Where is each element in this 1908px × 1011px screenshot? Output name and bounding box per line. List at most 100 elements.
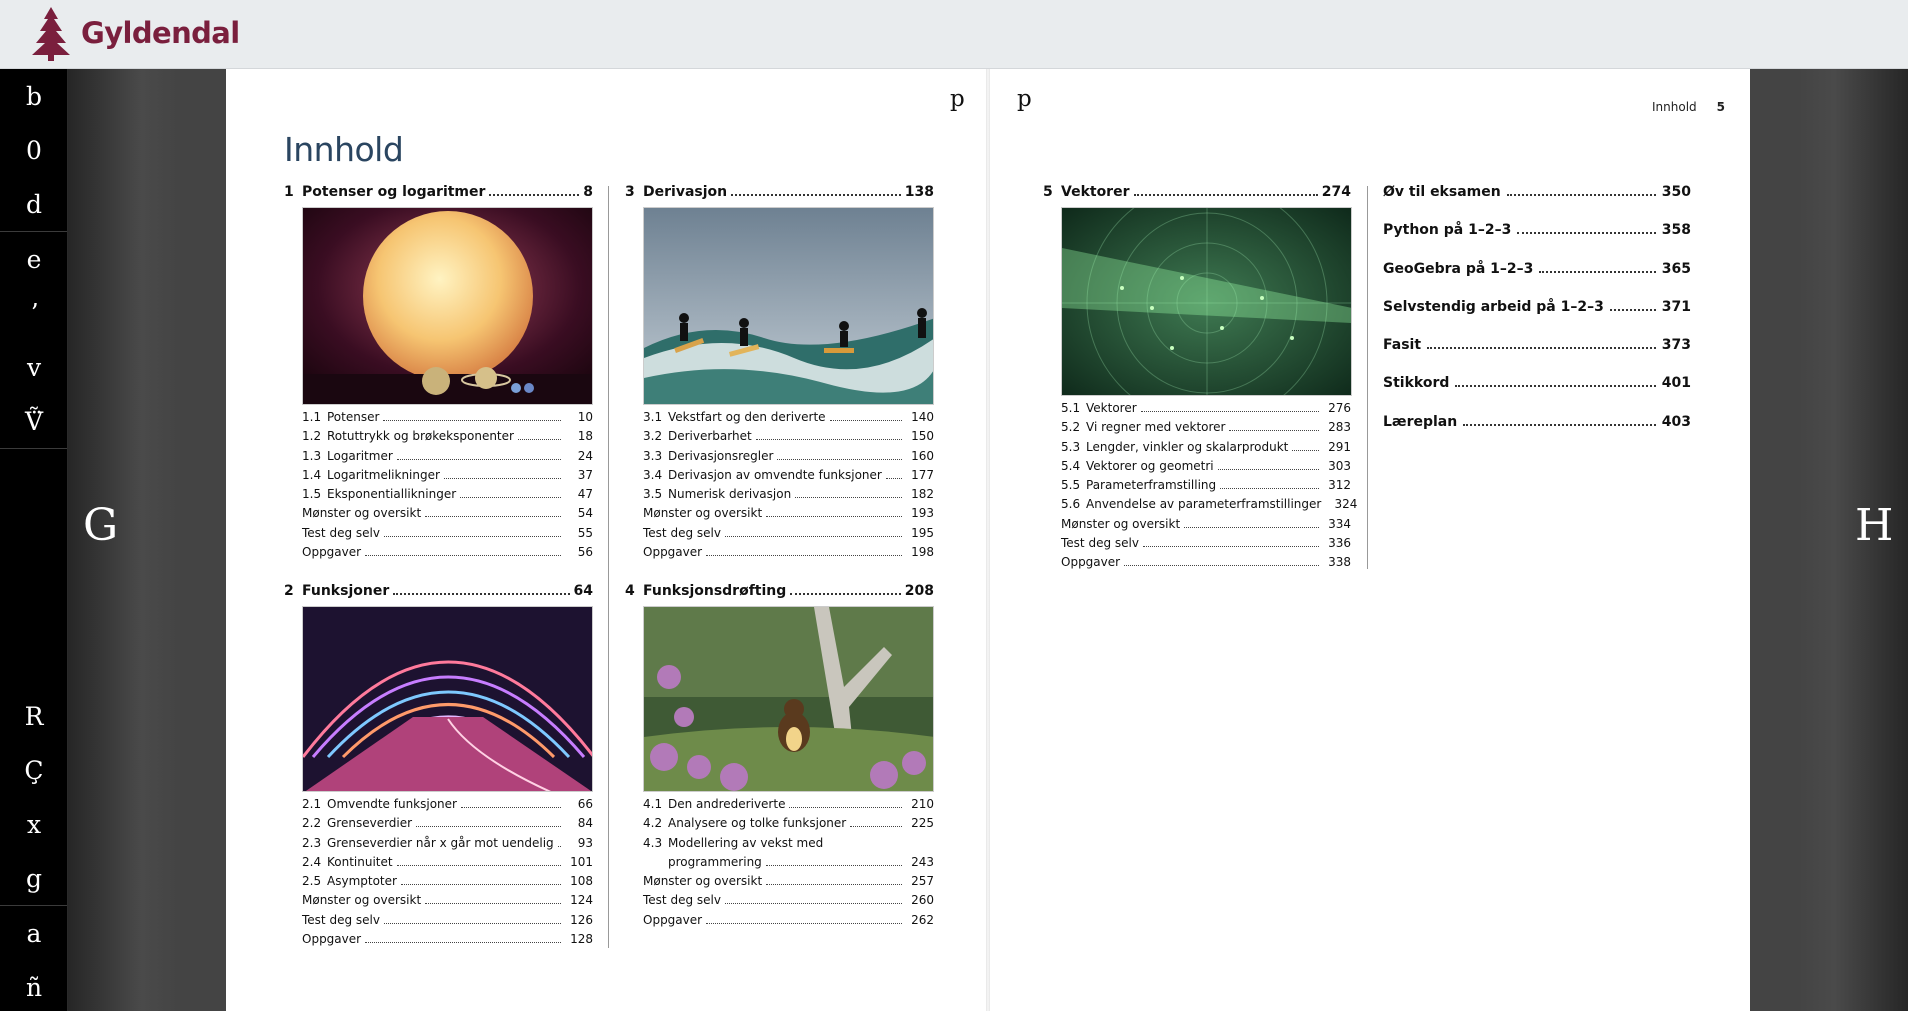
next-page-button[interactable]: H	[1855, 500, 1893, 551]
toolbar-button-b[interactable]: b	[0, 69, 68, 123]
chapter-sections: 5.1 Vektorer 276 5.2 Vi regner med vektorer…	[1061, 401, 1357, 575]
tool-sidebar: b 0 d e ʼ v Ṽ̈ R Ç x g a ñ	[0, 69, 68, 1011]
chapter-image-light-bridge	[302, 606, 593, 792]
toc-entry[interactable]: 2.4 Kontinuitet 101	[302, 855, 593, 874]
page-title: Innhold	[284, 130, 404, 169]
toolbar-group-bottom: a ñ	[0, 906, 67, 1011]
toc-entry[interactable]: Test deg selv 195	[643, 526, 934, 545]
toc-entry[interactable]: 5.2 Vi regner med vektorer 283	[1061, 420, 1351, 439]
chapter-block-4: 4 Funksjonsdrøfting 208 4.1 Den andrederiv…	[625, 583, 934, 932]
chapter-sections: 3.1 Vekstfart og den deriverte 140 3.2 Deri…	[643, 410, 934, 564]
toc-entry[interactable]: 3.1 Vekstfart og den deriverte 140	[643, 410, 934, 429]
chapter-heading[interactable]: 2 Funksjoner 64	[284, 583, 593, 601]
chapter-block-2: 2 Funksjoner 64 2.1 Omvendte funksjoner 66 …	[284, 583, 593, 951]
toc-entry[interactable]: Oppgaver 262	[643, 913, 934, 932]
toc-entry[interactable]: 1.1 Potenser 10	[302, 410, 593, 429]
chapter-image-kitesurfers	[643, 207, 934, 405]
column-divider	[608, 186, 609, 948]
toc-extra-entry[interactable]: Fasit 373	[1383, 337, 1691, 375]
running-head: Innhold 5	[1652, 100, 1725, 114]
toc-entry[interactable]: 4.1 Den andrederiverte 210	[643, 797, 934, 816]
toc-entry[interactable]: Mønster og oversikt 124	[302, 893, 593, 912]
toc-entry[interactable]: Oppgaver 338	[1061, 555, 1351, 574]
toc-entry[interactable]: 1.4 Logaritmelikninger 37	[302, 468, 593, 487]
toc-entry[interactable]: 4.3 Modellering av vekst med programmeri…	[643, 836, 934, 875]
column-divider	[1367, 186, 1368, 569]
toc-entry[interactable]: 3.5 Numerisk derivasjon 182	[643, 487, 934, 506]
toc-entry[interactable]: 5.5 Parameterframstilling 312	[1061, 478, 1351, 497]
toc-entry[interactable]: 5.6 Anvendelse av parameterframstillinger…	[1061, 497, 1357, 516]
toolbar-button-c-cedilla[interactable]: Ç	[0, 743, 68, 797]
toolbar-button-r[interactable]: R	[0, 689, 68, 743]
toc-entry[interactable]: Oppgaver 56	[302, 545, 593, 564]
toolbar-button-e[interactable]: e	[0, 232, 68, 286]
toc-entry[interactable]: 5.4 Vektorer og geometri 303	[1061, 459, 1351, 478]
toc-entry[interactable]: Mønster og oversikt 54	[302, 506, 593, 525]
logo-text: Gyldendal	[81, 16, 240, 50]
page-number: 5	[1716, 100, 1726, 114]
chapter-heading[interactable]: 1 Potenser og logaritmer 8	[284, 184, 593, 202]
appendix-list: Øv til eksamen 350 Python på 1–2–3 358 Geo…	[1383, 184, 1691, 452]
toolbar-group-top: b 0 d	[0, 69, 67, 232]
chapter-heading[interactable]: 4 Funksjonsdrøfting 208	[625, 583, 934, 601]
toc-entry[interactable]: Test deg selv 336	[1061, 536, 1351, 555]
chapter-image-marten	[643, 606, 934, 792]
page-gutter	[986, 69, 990, 1011]
page-corner-right[interactable]: p	[1017, 86, 1032, 112]
toc-entry[interactable]: 5.1 Vektorer 276	[1061, 401, 1351, 420]
toolbar-button-v-accent[interactable]: Ṽ̈	[0, 394, 68, 448]
toc-entry[interactable]: Oppgaver 198	[643, 545, 934, 564]
toc-extra-entry[interactable]: Python på 1–2–3 358	[1383, 222, 1691, 260]
toc-entry[interactable]: Oppgaver 128	[302, 932, 593, 951]
chapter-block-1: 1 Potenser og logaritmer 8 1.1 Potenser 10 …	[284, 184, 593, 564]
toc-entry[interactable]: 3.2 Deriverbarhet 150	[643, 429, 934, 448]
toolbar-button-x[interactable]: x	[0, 797, 68, 851]
chapter-heading[interactable]: 3 Derivasjon 138	[625, 184, 934, 202]
toc-entry[interactable]: 4.2 Analysere og tolke funksjoner 225	[643, 816, 934, 835]
chapter-sections: 2.1 Omvendte funksjoner 66 2.2 Grenseverdie…	[302, 797, 593, 951]
chapter-image-radar	[1061, 207, 1352, 396]
toc-entry[interactable]: 3.3 Derivasjonsregler 160	[643, 449, 934, 468]
toc-entry[interactable]: 1.2 Rotuttrykk og brøkeksponenter 18	[302, 429, 593, 448]
toc-entry[interactable]: 2.5 Asymptoter 108	[302, 874, 593, 893]
toolbar-button-apostrophe[interactable]: ʼ	[0, 286, 68, 340]
running-head-section: Innhold	[1652, 100, 1697, 114]
toc-extra-entry[interactable]: Læreplan 403	[1383, 414, 1691, 452]
page-corner-left[interactable]: p	[950, 86, 965, 112]
toc-entry[interactable]: 5.3 Lengder, vinkler og skalarprodukt 291	[1061, 440, 1351, 459]
chapter-heading[interactable]: 5 Vektorer 274	[1043, 184, 1351, 202]
toolbar-button-0[interactable]: 0	[0, 123, 68, 177]
toc-entry[interactable]: 1.5 Eksponentiallikninger 47	[302, 487, 593, 506]
toolbar-group-lower: R Ç x g	[0, 689, 67, 906]
chapter-block-5: 5 Vektorer 274 5.1 Vektorer 276 5.2 Vi regne…	[1043, 184, 1357, 575]
toc-entry[interactable]: Test deg selv 126	[302, 913, 593, 932]
toc-entry[interactable]: 2.1 Omvendte funksjoner 66	[302, 797, 593, 816]
top-bar: Gyldendal	[0, 0, 1908, 69]
tree-logo-icon	[32, 7, 70, 61]
toolbar-button-d[interactable]: d	[0, 177, 68, 231]
toc-entry[interactable]: Mønster og oversikt 334	[1061, 517, 1351, 536]
chapter-sections: 1.1 Potenser 10 1.2 Rotuttrykk og brøkekspo…	[302, 410, 593, 564]
toc-extra-entry[interactable]: Øv til eksamen 350	[1383, 184, 1691, 222]
toc-extra-entry[interactable]: GeoGebra på 1–2–3 365	[1383, 261, 1691, 299]
toolbar-group-middle: e ʼ v Ṽ̈	[0, 232, 67, 449]
toolbar-button-v[interactable]: v	[0, 340, 68, 394]
toc-extra-entry[interactable]: Stikkord 401	[1383, 375, 1691, 413]
toolbar-button-a[interactable]: a	[0, 906, 68, 960]
toc-entry[interactable]: 2.2 Grenseverdier 84	[302, 816, 593, 835]
toc-entry[interactable]: 1.3 Logaritmer 24	[302, 449, 593, 468]
toc-extra-entry[interactable]: Selvstendig arbeid på 1–2–3 371	[1383, 299, 1691, 337]
toolbar-button-g[interactable]: g	[0, 851, 68, 905]
toc-entry[interactable]: 2.3 Grenseverdier når x går mot uendelig 9…	[302, 836, 593, 855]
previous-page-button[interactable]: G	[83, 500, 118, 551]
chapter-sections: 4.1 Den andrederiverte 210 4.2 Analysere og…	[643, 797, 934, 932]
toc-entry[interactable]: Test deg selv 55	[302, 526, 593, 545]
toc-entry[interactable]: 3.4 Derivasjon av omvendte funksjoner 177	[643, 468, 934, 487]
toc-entry[interactable]: Mønster og oversikt 257	[643, 874, 934, 893]
gyldendal-logo[interactable]: Gyldendal	[28, 5, 240, 61]
toc-entry[interactable]: Test deg selv 260	[643, 893, 934, 912]
toc-entry[interactable]: Mønster og oversikt 193	[643, 506, 934, 525]
chapter-block-3: 3 Derivasjon 138 3.1 Vekstfart og den deri…	[625, 184, 934, 564]
chapter-image-sun-planets	[302, 207, 593, 405]
toolbar-button-n-tilde[interactable]: ñ	[0, 960, 68, 1011]
